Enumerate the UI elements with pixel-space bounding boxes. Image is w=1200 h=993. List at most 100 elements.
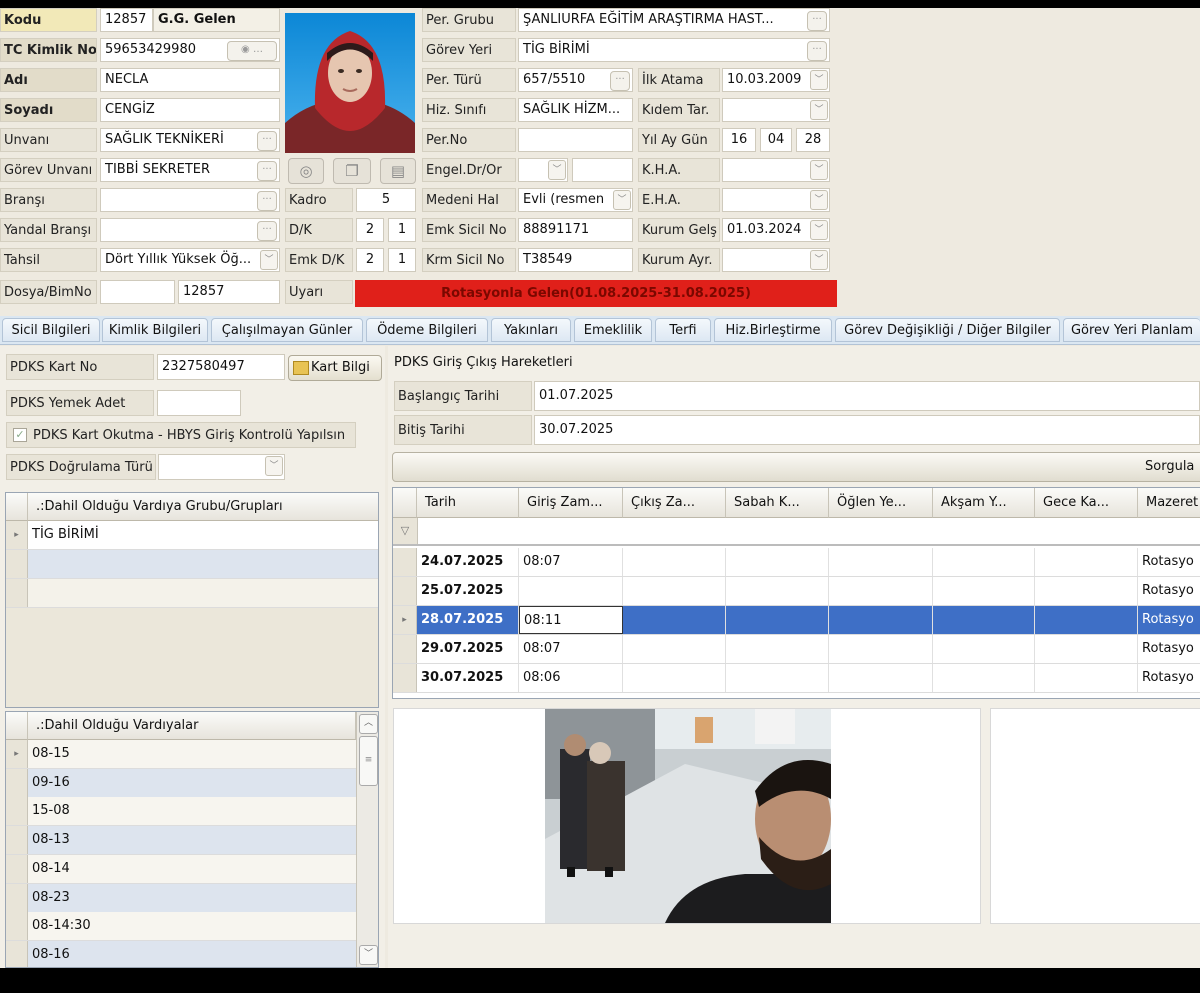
table-row[interactable]: 30.07.2025 08:06 Rotasyo <box>393 664 1200 693</box>
engel-extra-field[interactable] <box>572 158 633 182</box>
column-header[interactable]: Akşam Y... <box>933 488 1035 518</box>
table-row[interactable]: 09-16 <box>6 768 356 798</box>
hiz-sinifi-field[interactable]: SAĞLIK HİZM... <box>518 98 633 122</box>
chevron-down-icon[interactable]: ﹀ <box>613 190 631 210</box>
tab-emeklilik[interactable]: Emeklilik <box>574 318 652 342</box>
dosya-field[interactable] <box>100 280 175 304</box>
tab-odeme-bilgileri[interactable]: Ödeme Bilgileri <box>366 318 488 342</box>
chevron-down-icon[interactable]: ﹀ <box>810 70 828 90</box>
yil-field[interactable]: 16 <box>722 128 756 152</box>
bransi-field[interactable]: ··· <box>100 188 280 212</box>
emk-sicil-field[interactable]: 88891171 <box>518 218 633 242</box>
table-row[interactable]: 25.07.2025 Rotasyo <box>393 577 1200 606</box>
sorgula-button[interactable]: Sorgula <box>392 452 1200 482</box>
adi-field[interactable]: NECLA <box>100 68 280 92</box>
table-row[interactable]: 08-13 <box>6 826 356 856</box>
column-header[interactable]: Sabah K... <box>726 488 829 518</box>
ilk-atama-field[interactable]: 10.03.2009 ﹀ <box>722 68 830 92</box>
per-grubu-field[interactable]: ŞANLIURFA EĞİTİM ARAŞTIRMA HAST... ··· <box>518 8 830 32</box>
ellipsis-icon[interactable]: ··· <box>257 221 277 241</box>
tab-sicil-bilgileri[interactable]: Sicil Bilgileri <box>2 318 100 342</box>
column-header[interactable]: Gece Ka... <box>1035 488 1138 518</box>
column-header[interactable]: Çıkış Za... <box>623 488 726 518</box>
chevron-down-icon[interactable]: ﹀ <box>810 220 828 240</box>
tab-terfi[interactable]: Terfi <box>655 318 711 342</box>
scrollbar-thumb[interactable]: ≡ <box>359 736 378 786</box>
yemek-adet-field[interactable] <box>157 390 241 416</box>
krm-sicil-field[interactable]: T38549 <box>518 248 633 272</box>
baslangic-field[interactable]: 01.07.2025 <box>534 381 1200 411</box>
chevron-down-icon[interactable]: ﹀ <box>548 160 566 180</box>
chevron-down-icon[interactable]: ﹀ <box>810 160 828 180</box>
table-row[interactable]: 24.07.2025 08:07 Rotasyo <box>393 548 1200 577</box>
bitis-field[interactable]: 30.07.2025 <box>534 415 1200 445</box>
filter-row[interactable]: ▽ <box>393 518 1200 546</box>
filter-icon[interactable]: ▽ <box>393 518 418 544</box>
column-header[interactable]: Mazeret <box>1138 488 1200 518</box>
kurum-ayr-field[interactable]: ﹀ <box>722 248 830 272</box>
table-row[interactable]: 15-08 <box>6 797 356 827</box>
table-row[interactable] <box>6 550 378 579</box>
fingerprint-icon[interactable]: ◉ … <box>227 41 277 61</box>
gorev-unvani-field[interactable]: TIBBİ SEKRETER ··· <box>100 158 280 182</box>
bim-no-field[interactable]: 12857 <box>178 280 280 304</box>
ellipsis-icon[interactable]: ··· <box>807 41 827 61</box>
per-no-field[interactable] <box>518 128 633 152</box>
table-row[interactable]: ▸ 08-15 <box>6 740 356 769</box>
chevron-down-icon[interactable]: ﹀ <box>265 456 283 476</box>
per-turu-field[interactable]: 657/5510 ··· <box>518 68 633 92</box>
kart-no-field[interactable]: 2327580497 <box>157 354 285 380</box>
emk-dk-field-2[interactable]: 1 <box>388 248 416 272</box>
tab-yakinlari[interactable]: Yakınları <box>491 318 571 342</box>
kadro-field[interactable]: 5 <box>356 188 416 212</box>
emk-dk-field-1[interactable]: 2 <box>356 248 384 272</box>
chevron-down-icon[interactable]: ﹀ <box>810 250 828 270</box>
tab-gorev-degisikligi[interactable]: Görev Değişikliği / Diğer Bilgiler <box>835 318 1060 342</box>
kidem-field[interactable]: ﹀ <box>722 98 830 122</box>
table-row[interactable]: 08-23 <box>6 883 356 913</box>
chevron-down-icon[interactable]: ﹀ <box>810 190 828 210</box>
tahsil-select[interactable]: Dört Yıllık Yüksek Öğ... ﹀ <box>100 248 280 272</box>
table-row[interactable]: 08-14 <box>6 854 356 884</box>
vardiyalar-scrollbar[interactable]: ︿ ≡ ﹀ <box>356 712 378 967</box>
kart-bilgi-button[interactable]: Kart Bilgi <box>288 355 382 381</box>
table-row[interactable]: 08-16 <box>6 940 356 967</box>
kart-okutma-checkbox[interactable]: ✓ <box>13 428 27 442</box>
column-header[interactable]: Tarih <box>417 488 519 518</box>
chevron-down-icon[interactable]: ﹀ <box>260 250 278 270</box>
table-row[interactable]: ▸ TİG BİRİMİ <box>6 521 378 550</box>
table-row[interactable]: ▸ 28.07.2025 08:11 Rotasyo <box>393 606 1200 635</box>
table-row[interactable]: 08-14:30 <box>6 912 356 942</box>
tab-calisilmayan-gunler[interactable]: Çalışılmayan Günler <box>211 318 363 342</box>
dk-field-1[interactable]: 2 <box>356 218 384 242</box>
ellipsis-icon[interactable]: ··· <box>257 191 277 211</box>
tab-hiz-birlestirme[interactable]: Hiz.Birleştirme <box>714 318 832 342</box>
column-header[interactable]: Öğlen Ye... <box>829 488 933 518</box>
column-header[interactable]: Giriş Zam... <box>519 488 623 518</box>
engel-select[interactable]: ﹀ <box>518 158 568 182</box>
ay-field[interactable]: 04 <box>760 128 792 152</box>
gun-field[interactable]: 28 <box>796 128 830 152</box>
photo-capture-button[interactable]: ◎ <box>288 158 324 184</box>
soyadi-field[interactable]: CENGİZ <box>100 98 280 122</box>
kha-field[interactable]: ﹀ <box>722 158 830 182</box>
kart-okutma-option[interactable]: PDKS Kart Okutma - HBYS Giriş Kontrolü Y… <box>6 422 356 448</box>
tab-gorev-yeri-planlama[interactable]: Görev Yeri Planlam <box>1063 318 1200 342</box>
chevron-down-icon[interactable]: ﹀ <box>810 100 828 120</box>
table-row[interactable] <box>6 579 378 608</box>
chevron-up-icon[interactable]: ︿ <box>359 714 378 734</box>
table-row[interactable]: 29.07.2025 08:07 Rotasyo <box>393 635 1200 664</box>
tc-kimlik-field[interactable]: 59653429980 ◉ … <box>100 38 280 62</box>
ellipsis-icon[interactable]: ··· <box>257 131 277 151</box>
kurum-gels-field[interactable]: 01.03.2024 ﹀ <box>722 218 830 242</box>
medeni-hal-select[interactable]: Evli (resmen ﹀ <box>518 188 633 212</box>
photo-copy-button[interactable]: ❐ <box>333 158 371 184</box>
tab-kimlik-bilgileri[interactable]: Kimlik Bilgileri <box>102 318 208 342</box>
ellipsis-icon[interactable]: ··· <box>257 161 277 181</box>
chevron-down-icon[interactable]: ﹀ <box>359 945 378 965</box>
dk-field-2[interactable]: 1 <box>388 218 416 242</box>
ellipsis-icon[interactable]: ··· <box>610 71 630 91</box>
eha-field[interactable]: ﹀ <box>722 188 830 212</box>
dogrulama-turu-select[interactable]: ﹀ <box>158 454 285 480</box>
ellipsis-icon[interactable]: ··· <box>807 11 827 31</box>
